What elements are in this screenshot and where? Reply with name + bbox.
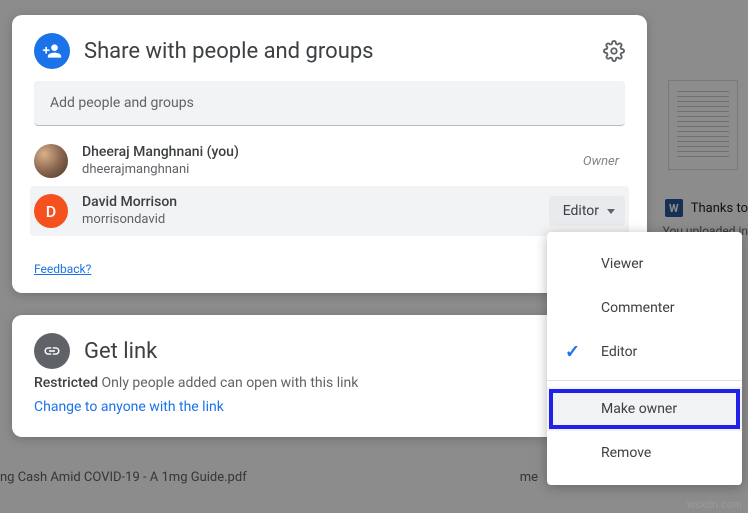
share-people-icon — [34, 33, 70, 69]
share-dialog-title: Share with people and groups — [84, 39, 589, 64]
person-row-editor: D David Morrison morrisondavid Editor — [30, 186, 629, 236]
feedback-link[interactable]: Feedback? — [34, 262, 91, 276]
person-email: dheerajmanghnani — [82, 162, 569, 178]
person-name: Dheeraj Manghnani (you) — [82, 144, 569, 162]
add-people-input[interactable]: Add people and groups — [34, 81, 625, 126]
avatar: D — [34, 194, 68, 228]
add-people-placeholder: Add people and groups — [50, 95, 194, 111]
dropdown-item-viewer[interactable]: Viewer — [547, 242, 742, 286]
role-dropdown-menu: Viewer Commenter ✓ Editor Make owner Rem… — [547, 232, 742, 485]
avatar — [34, 144, 68, 178]
restricted-label: Restricted — [34, 375, 98, 391]
chevron-down-icon — [607, 209, 615, 214]
get-link-title: Get link — [84, 339, 625, 364]
dropdown-item-editor[interactable]: ✓ Editor — [547, 330, 742, 374]
dropdown-divider — [547, 380, 742, 381]
role-dropdown-button[interactable]: Editor — [549, 196, 625, 226]
check-icon: ✓ — [565, 342, 580, 363]
settings-button[interactable] — [603, 40, 625, 62]
owner-role-label: Owner — [583, 154, 619, 169]
restricted-desc: Only people added can open with this lin… — [102, 375, 359, 391]
watermark: wsxdn.com — [687, 499, 742, 511]
dropdown-item-commenter[interactable]: Commenter — [547, 286, 742, 330]
role-label: Editor — [563, 203, 599, 219]
change-link-access[interactable]: Change to anyone with the link — [34, 399, 224, 415]
dropdown-item-remove[interactable]: Remove — [547, 431, 742, 475]
link-icon — [34, 333, 70, 369]
person-row-owner: Dheeraj Manghnani (you) dheerajmanghnani… — [30, 136, 629, 186]
dropdown-item-make-owner[interactable]: Make owner — [547, 387, 742, 431]
person-email: morrisondavid — [82, 212, 535, 228]
link-restriction-text: Restricted Only people added can open wi… — [34, 375, 625, 391]
person-name: David Morrison — [82, 194, 535, 212]
